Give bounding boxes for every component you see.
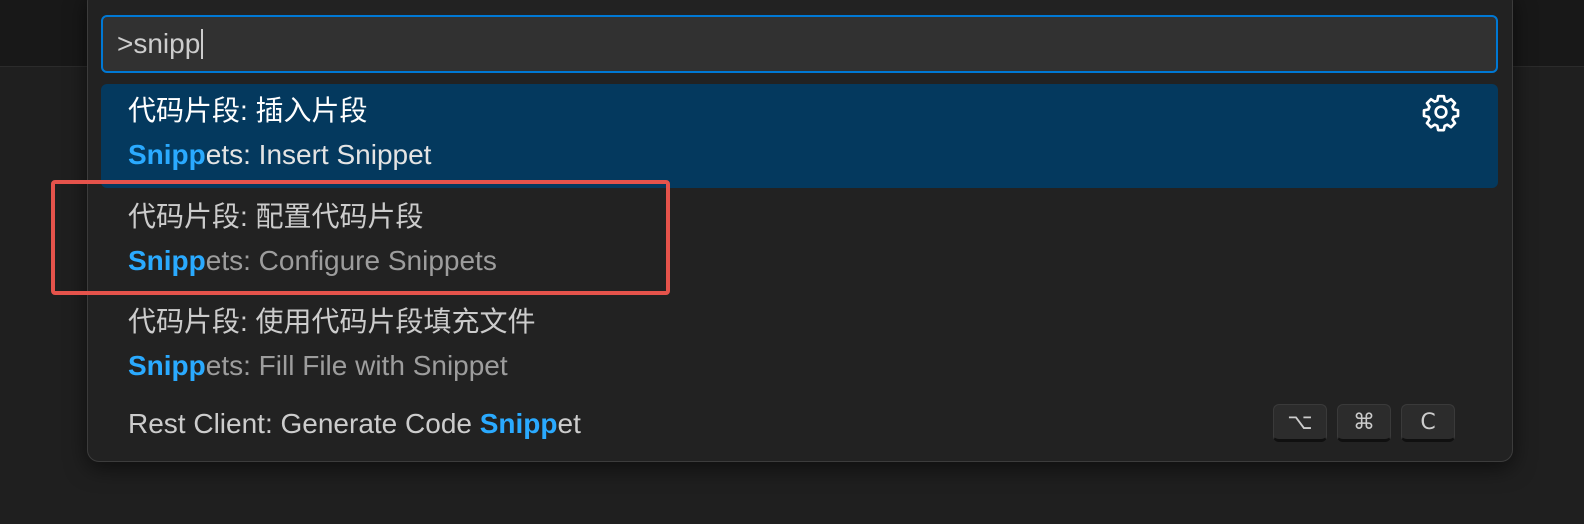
command-item-label: 代码片段: 插入片段 bbox=[128, 95, 368, 126]
command-item-fill-file-with-snippet[interactable]: 代码片段: 使用代码片段填充文件 Snippets: Fill File wit… bbox=[101, 295, 1498, 399]
keybinding: ⌥ ⌘ C bbox=[1273, 404, 1455, 442]
gear-icon[interactable] bbox=[1421, 92, 1461, 132]
match-highlight: Snipp bbox=[128, 350, 206, 381]
highlight-annotation-box bbox=[51, 180, 670, 295]
command-item-label: Rest Client: Generate Code Snippet bbox=[128, 407, 581, 441]
command-item-rest-client-generate-code-snippet[interactable]: Rest Client: Generate Code Snippet ⌥ ⌘ C bbox=[101, 400, 1498, 450]
command-item-detail: Snippets: Insert Snippet bbox=[128, 138, 431, 172]
command-item-insert-snippet[interactable]: 代码片段: 插入片段 Snippets: Insert Snippet bbox=[101, 84, 1498, 188]
match-highlight: Snipp bbox=[479, 408, 558, 439]
command-item-detail-rest: ets: Insert Snippet bbox=[205, 139, 432, 170]
command-item-label: 代码片段: 使用代码片段填充文件 bbox=[128, 306, 536, 337]
command-item-detail-rest: ets: Fill File with Snippet bbox=[205, 350, 508, 381]
command-item-label-prefix: Rest Client: Generate Code bbox=[128, 408, 480, 439]
command-item-label-rest: et bbox=[557, 408, 581, 439]
text-caret bbox=[201, 29, 204, 59]
c-key: C bbox=[1401, 404, 1455, 442]
option-key: ⌥ bbox=[1273, 404, 1327, 442]
command-palette-input[interactable]: >snipp bbox=[101, 15, 1498, 73]
command-palette-input-text[interactable]: >snipp bbox=[117, 28, 200, 60]
match-highlight: Snipp bbox=[128, 139, 206, 170]
command-item-detail: Snippets: Fill File with Snippet bbox=[128, 349, 508, 383]
command-key: ⌘ bbox=[1337, 404, 1391, 442]
